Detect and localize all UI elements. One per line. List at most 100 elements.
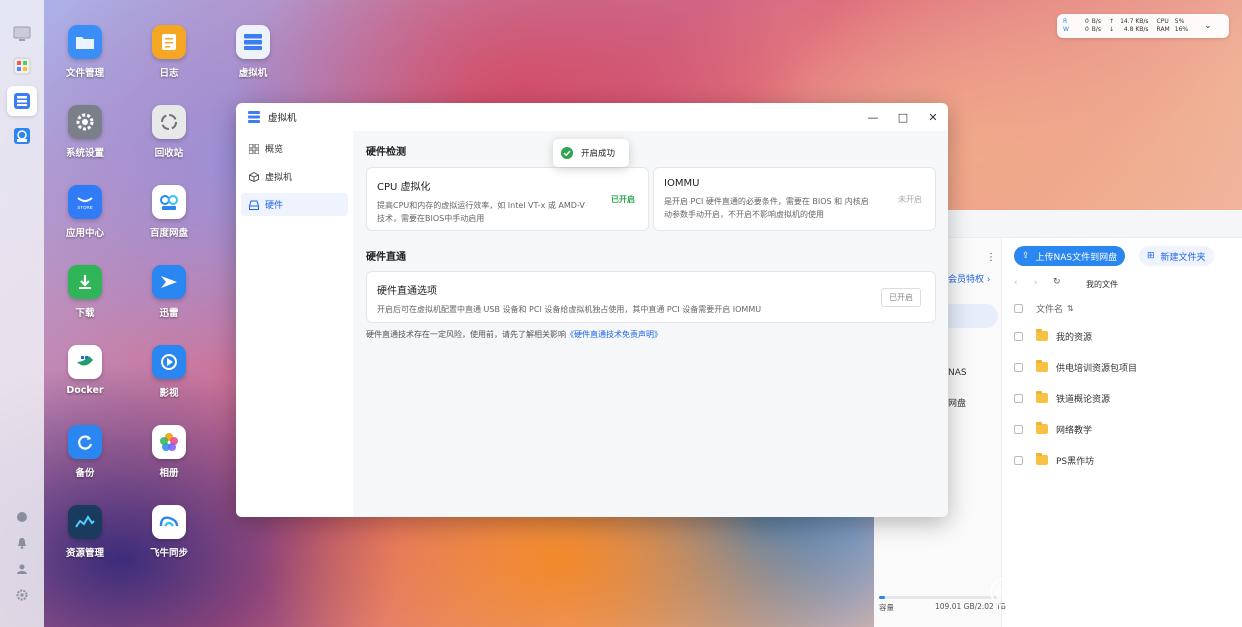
row-checkbox[interactable] bbox=[1014, 331, 1023, 341]
upload-arrow-icon: ↑ bbox=[1109, 18, 1115, 25]
file-row[interactable]: 我的资源 bbox=[1014, 326, 1092, 346]
hardware-detect-title: 硬件检测 bbox=[366, 147, 406, 158]
user-icon[interactable] bbox=[14, 561, 30, 577]
download-icon bbox=[68, 265, 102, 299]
sidebar-item-netdisk[interactable]: 网盘 bbox=[948, 396, 966, 409]
nav-forward-icon[interactable]: › bbox=[1034, 278, 1038, 288]
risk-notice: 硬件直通技术存在一定风险，使用前，请先了解相关影响《硬件直通技术免责声明》 bbox=[366, 330, 662, 339]
desktop-vm[interactable]: 虚拟机 bbox=[213, 25, 293, 79]
vm-window-titlebar[interactable]: 虚拟机 bbox=[236, 103, 948, 131]
baidu-pan-dock-icon[interactable] bbox=[10, 124, 34, 148]
success-toast: 开启成功 bbox=[553, 139, 629, 167]
iommu-card-title: IOMMU bbox=[664, 178, 700, 189]
sidebar-item-nas[interactable]: NAS bbox=[948, 368, 967, 378]
left-dock bbox=[0, 0, 44, 627]
theme-icon[interactable] bbox=[14, 509, 30, 525]
desktop-backup[interactable]: 备份 bbox=[45, 425, 125, 479]
row-checkbox[interactable] bbox=[1014, 455, 1023, 465]
baidu-pan-icon bbox=[152, 185, 186, 219]
vm-window-title: 虚拟机 bbox=[268, 113, 297, 124]
close-icon[interactable]: ✕ bbox=[925, 109, 941, 125]
net-up-value: 14.7 KB/s bbox=[1120, 18, 1149, 25]
desktop-video[interactable]: 影视 bbox=[129, 345, 209, 399]
cpu-virtualization-card: CPU 虚拟化 提高CPU和内存的虚拟运行效率，如 Intel VT-x 或 A… bbox=[366, 167, 649, 231]
desktop-icon-button[interactable] bbox=[10, 22, 34, 46]
vip-link[interactable]: 会员特权 › bbox=[948, 272, 990, 285]
desktop-baidu-pan[interactable]: 百度网盘 bbox=[129, 185, 209, 239]
download-arrow-icon: ↓ bbox=[1109, 26, 1115, 33]
column-header-name[interactable]: 文件名 ⇅ bbox=[1014, 298, 1074, 318]
app-grid-icon[interactable] bbox=[10, 54, 34, 78]
nav-hardware[interactable]: 硬件 bbox=[241, 193, 348, 216]
settings-gear-icon[interactable] bbox=[14, 587, 30, 603]
file-row[interactable]: PS黑作坊 bbox=[1014, 450, 1094, 470]
read-unit: B/s bbox=[1091, 18, 1102, 25]
row-checkbox[interactable] bbox=[1014, 424, 1023, 434]
folder-icon bbox=[1036, 360, 1048, 372]
desktop-resource-monitor[interactable]: 资源管理 bbox=[45, 505, 125, 559]
nav-vms[interactable]: 虚拟机 bbox=[241, 165, 348, 188]
chevron-down-icon[interactable]: ⌄ bbox=[1204, 21, 1212, 31]
refresh-icon[interactable]: ↻ bbox=[1053, 277, 1061, 287]
desktop-download[interactable]: 下载 bbox=[45, 265, 125, 319]
passthrough-card-title: 硬件直通选项 bbox=[377, 286, 437, 297]
nav-back-icon[interactable]: ‹ bbox=[1014, 278, 1018, 288]
ram-label: RAM bbox=[1156, 26, 1170, 33]
video-icon bbox=[152, 345, 186, 379]
minimize-icon[interactable]: — bbox=[865, 109, 881, 125]
new-folder-button[interactable]: ⊞ 新建文件夹 bbox=[1139, 246, 1214, 266]
check-circle-icon bbox=[561, 147, 573, 159]
watermark: du @科技数码秀 bbox=[990, 565, 1212, 609]
sync-icon bbox=[152, 505, 186, 539]
sort-icon[interactable]: ⇅ bbox=[1067, 304, 1074, 313]
desktop-log[interactable]: 日志 bbox=[129, 25, 209, 79]
vm-content: 硬件检测 CPU 虚拟化 提高CPU和内存的虚拟运行效率，如 Intel VT-… bbox=[353, 131, 948, 517]
svg-text:STORE: STORE bbox=[77, 205, 92, 210]
passthrough-card: 硬件直通选项 开启后可在虚拟机配置中直通 USB 设备和 PCI 设备给虚拟机独… bbox=[366, 271, 936, 323]
net-down-value: 4.8 KB/s bbox=[1123, 26, 1149, 33]
vm-icon bbox=[236, 25, 270, 59]
gear-icon bbox=[68, 105, 102, 139]
folder-icon bbox=[68, 25, 102, 59]
breadcrumb[interactable]: 我的文件 bbox=[1086, 279, 1118, 290]
more-icon[interactable]: ⋮ bbox=[986, 252, 996, 263]
desktop-file-manager[interactable]: 文件管理 bbox=[45, 25, 125, 79]
disclaimer-link[interactable]: 《硬件直通技术免责声明》 bbox=[566, 330, 662, 339]
desktop-photos[interactable]: 相册 bbox=[129, 425, 209, 479]
read-value: 0 bbox=[1084, 18, 1089, 25]
vm-dock-icon[interactable] bbox=[7, 86, 37, 116]
docker-icon bbox=[68, 345, 102, 379]
capacity-bar bbox=[879, 596, 997, 599]
system-monitor-widget[interactable]: RW 00 B/s B/s ↑ ↓ 14.7 KB/s 4.8 KB/s CPU RAM… bbox=[1057, 14, 1229, 38]
select-all-checkbox[interactable] bbox=[1014, 303, 1023, 313]
desktop-app-center[interactable]: STORE 应用中心 bbox=[45, 185, 125, 239]
baidu-du-icon: du bbox=[990, 577, 1018, 606]
cube-icon bbox=[248, 171, 259, 182]
passthrough-toggle-button[interactable]: 已开启 bbox=[881, 288, 921, 307]
file-row[interactable]: 网络教学 bbox=[1014, 419, 1092, 439]
file-row[interactable]: 铁道概论资源 bbox=[1014, 388, 1110, 408]
grid-icon bbox=[248, 143, 259, 154]
iommu-card-desc: 是开启 PCI 硬件直通的必要条件，需要在 BIOS 和 内核启 动参数手动开启… bbox=[664, 197, 869, 219]
nav-overview[interactable]: 概览 bbox=[241, 137, 348, 160]
iommu-card: IOMMU 是开启 PCI 硬件直通的必要条件，需要在 BIOS 和 内核启 动… bbox=[653, 167, 936, 231]
backup-icon bbox=[68, 425, 102, 459]
upload-icon: ⇪ bbox=[1022, 251, 1030, 261]
row-checkbox[interactable] bbox=[1014, 362, 1023, 372]
folder-icon bbox=[1036, 453, 1048, 465]
upload-to-netdisk-button[interactable]: ⇪ 上传NAS文件到网盘 bbox=[1014, 246, 1126, 266]
file-row[interactable]: 供电培训资源包项目 bbox=[1014, 357, 1137, 377]
write-unit: B/s bbox=[1091, 26, 1102, 33]
desktop-docker[interactable]: Docker bbox=[45, 345, 125, 396]
row-checkbox[interactable] bbox=[1014, 393, 1023, 403]
desktop-sync[interactable]: 飞牛同步 bbox=[129, 505, 209, 559]
desktop-recycle-bin[interactable]: 回收站 bbox=[129, 105, 209, 159]
bell-icon[interactable] bbox=[14, 535, 30, 551]
desktop-system-settings[interactable]: 系统设置 bbox=[45, 105, 125, 159]
desktop-xunlei[interactable]: 迅雷 bbox=[129, 265, 209, 319]
read-label: R bbox=[1063, 18, 1068, 25]
capacity-label: 容量 bbox=[879, 603, 894, 612]
maximize-icon[interactable]: □ bbox=[895, 109, 911, 125]
folder-icon bbox=[1036, 422, 1048, 434]
drive-icon bbox=[248, 199, 259, 210]
